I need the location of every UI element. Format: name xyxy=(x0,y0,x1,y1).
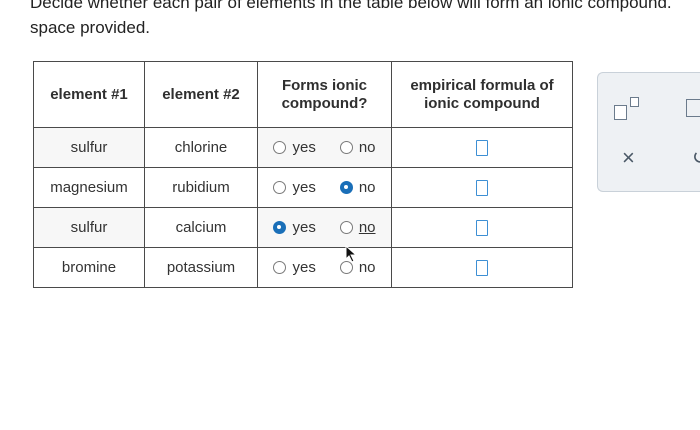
row-2-no-option[interactable]: no xyxy=(339,179,376,196)
superscript-base-box xyxy=(614,105,627,120)
row-3-no-radio[interactable] xyxy=(339,221,353,234)
table-header-row: element #1 element #2 Forms ionic compou… xyxy=(33,61,573,128)
row-2-no-label: no xyxy=(358,179,376,196)
answer-tools-panel: × ↺ xyxy=(597,72,700,192)
row-3-element-2: calcium xyxy=(144,207,258,248)
row-2-formula-input[interactable] xyxy=(476,180,488,197)
row-1-element-2: chlorine xyxy=(144,127,258,168)
row-1-no-label: no xyxy=(358,139,376,156)
row-1-formula-input[interactable] xyxy=(476,140,488,157)
table-row: sulfur chlorine yes no xyxy=(33,127,573,168)
row-3-yes-label: yes xyxy=(292,219,316,236)
row-2-element-2: rubidium xyxy=(144,167,258,208)
row-4-no-label: no xyxy=(358,259,376,276)
row-1-yes-radio[interactable] xyxy=(273,141,287,154)
instructions-line-2: space provided. xyxy=(30,18,151,37)
row-3-forms-ionic: yes no xyxy=(257,207,392,248)
row-2-yes-label: yes xyxy=(292,179,316,196)
clear-button[interactable]: × xyxy=(622,147,635,169)
box-icon[interactable] xyxy=(686,99,700,117)
row-2-element-1: magnesium xyxy=(33,167,145,208)
row-1-no-option[interactable]: no xyxy=(339,139,376,156)
superscript-icon[interactable] xyxy=(614,97,646,121)
row-2-no-radio[interactable] xyxy=(339,181,353,194)
row-1-yes-label: yes xyxy=(292,139,316,156)
superscript-exponent-box xyxy=(630,97,639,107)
row-4-formula-input[interactable] xyxy=(476,260,488,277)
row-2-formula-cell xyxy=(391,167,573,208)
row-1-forms-ionic: yes no xyxy=(257,127,392,168)
row-2-forms-ionic: yes no xyxy=(257,167,392,208)
row-3-no-option[interactable]: no xyxy=(339,219,376,236)
row-3-yes-radio[interactable] xyxy=(273,221,287,234)
row-2-yes-radio[interactable] xyxy=(273,181,287,194)
table-row: sulfur calcium yes no xyxy=(33,207,573,248)
row-2-yes-option[interactable]: yes xyxy=(273,179,316,196)
row-4-element-2: potassium xyxy=(144,247,258,288)
instructions-line-1: Decide whether each pair of elements in … xyxy=(30,0,672,12)
header-element-1: element #1 xyxy=(33,61,145,128)
instructions: Decide whether each pair of elements in … xyxy=(30,0,700,40)
row-4-element-1: bromine xyxy=(33,247,145,288)
row-4-forms-ionic: yes no xyxy=(257,247,392,288)
row-3-yes-option[interactable]: yes xyxy=(273,219,316,236)
mouse-cursor-icon xyxy=(345,245,358,263)
row-3-formula-cell xyxy=(391,207,573,248)
undo-icon[interactable]: ↺ xyxy=(692,148,700,168)
table-row: magnesium rubidium yes no xyxy=(33,167,573,208)
header-forms-ionic: Forms ionic compound? xyxy=(257,61,392,128)
row-1-yes-option[interactable]: yes xyxy=(273,139,316,156)
row-3-formula-input[interactable] xyxy=(476,220,488,237)
row-4-formula-cell xyxy=(391,247,573,288)
row-1-formula-cell xyxy=(391,127,573,168)
row-4-yes-label: yes xyxy=(292,259,316,276)
header-empirical-formula: empirical formula of ionic compound xyxy=(391,61,573,128)
row-4-yes-option[interactable]: yes xyxy=(273,259,316,276)
table-row: bromine potassium yes no xyxy=(33,247,573,288)
row-3-no-label: no xyxy=(358,219,376,236)
row-1-element-1: sulfur xyxy=(33,127,145,168)
row-4-yes-radio[interactable] xyxy=(273,261,287,274)
ionic-compound-table: element #1 element #2 Forms ionic compou… xyxy=(33,61,573,288)
header-element-2: element #2 xyxy=(144,61,258,128)
row-3-element-1: sulfur xyxy=(33,207,145,248)
row-1-no-radio[interactable] xyxy=(339,141,353,154)
